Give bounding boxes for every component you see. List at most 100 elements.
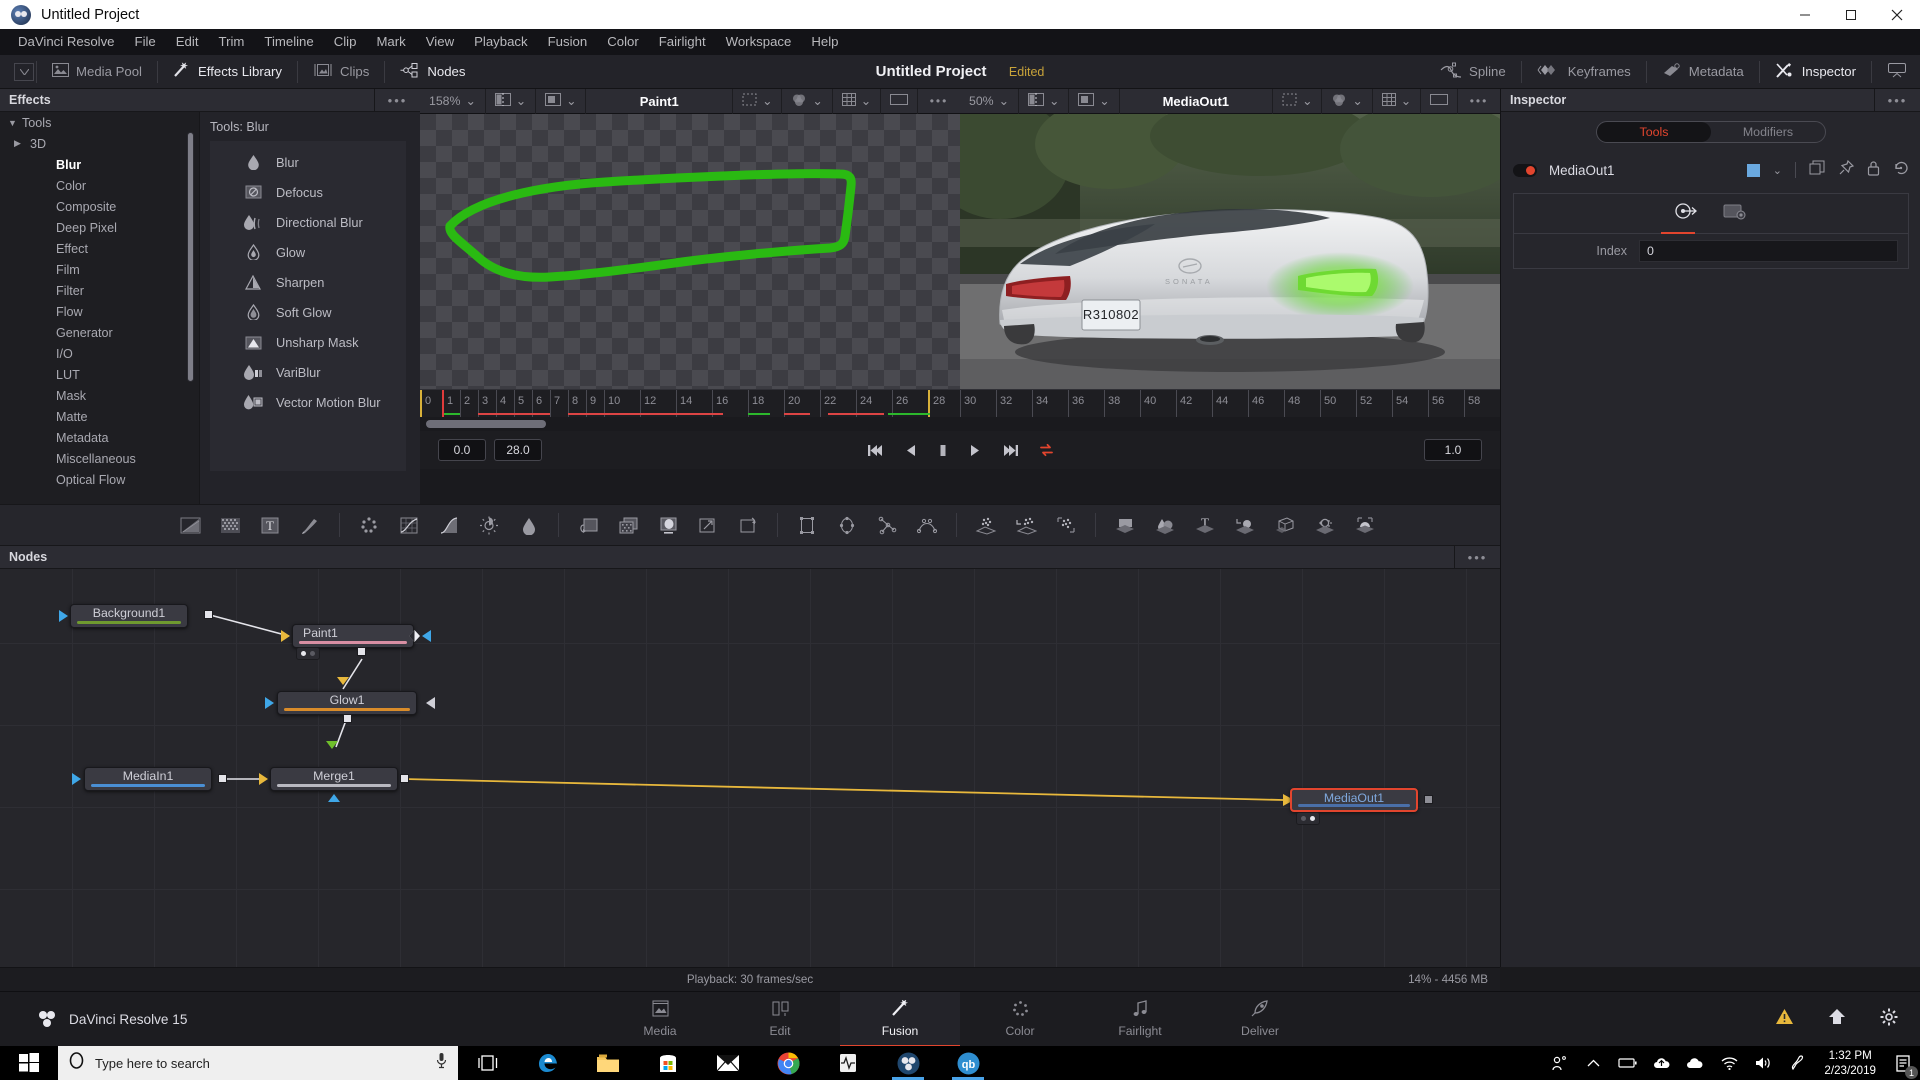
chrome-icon[interactable] [758, 1046, 818, 1080]
gear-icon[interactable] [1880, 1008, 1898, 1031]
menu-workspace[interactable]: Workspace [716, 29, 802, 55]
viewer-left-viewlayout-dropdown[interactable]: ⌄ [536, 88, 587, 114]
tab-modifiers[interactable]: Modifiers [1711, 122, 1825, 142]
menu-davinci-resolve[interactable]: DaVinci Resolve [8, 29, 125, 55]
volume-icon[interactable] [1746, 1046, 1780, 1080]
davinci-resolve-icon[interactable] [878, 1046, 938, 1080]
nodes-button[interactable]: Nodes [387, 55, 478, 89]
viewer-right-zoom-dropdown[interactable]: 50% ⌄ [960, 88, 1019, 114]
menu-clip[interactable]: Clip [324, 29, 367, 55]
resize-icon[interactable] [728, 504, 768, 546]
index-input[interactable]: 0 [1639, 240, 1898, 262]
mail-icon[interactable] [698, 1046, 758, 1080]
layout-toggle-button[interactable] [1874, 55, 1920, 89]
gradient-icon[interactable] [170, 504, 210, 546]
start-button[interactable] [0, 1046, 58, 1080]
taskbar-search-box[interactable]: Type here to search [58, 1046, 458, 1080]
output-icon[interactable] [1674, 201, 1700, 226]
qbittorrent-icon[interactable]: qb [938, 1046, 998, 1080]
people-icon[interactable] [1542, 1046, 1576, 1080]
tree-item-blur[interactable]: Blur [0, 154, 199, 175]
viewer-left-canvas[interactable] [420, 114, 960, 389]
viewer-right-fit-button[interactable] [1421, 88, 1458, 114]
tree-item-metadata[interactable]: Metadata [0, 427, 199, 448]
viewer-right-canvas[interactable]: R310802 SONATA [960, 114, 1500, 389]
lock-icon[interactable] [1867, 160, 1880, 181]
page-edit[interactable]: Edit [720, 992, 840, 1047]
panel-collapse-toggle[interactable] [14, 62, 34, 81]
node-color-swatch[interactable] [1746, 163, 1760, 177]
node-glow1-input-port[interactable] [265, 697, 274, 709]
renderer-3d-icon[interactable] [1345, 504, 1385, 546]
viewer-right-viewlayout-dropdown[interactable]: ⌄ [1069, 88, 1120, 114]
curve-grid-icon[interactable] [389, 504, 429, 546]
tree-item-composite[interactable]: Composite [0, 196, 199, 217]
chevron-down-icon[interactable]: ⌄ [1773, 164, 1782, 177]
home-icon[interactable] [1828, 1008, 1846, 1030]
node-glow1-right-port[interactable] [426, 697, 435, 709]
edge-icon[interactable] [518, 1046, 578, 1080]
viewer-horizontal-scrollbar[interactable] [426, 420, 546, 428]
menu-view[interactable]: View [416, 29, 464, 55]
tree-item-miscellaneous[interactable]: Miscellaneous [0, 448, 199, 469]
node-paint1-output-port[interactable] [357, 647, 366, 656]
loop-button[interactable] [1039, 443, 1054, 457]
microsoft-store-icon[interactable] [638, 1046, 698, 1080]
keyframes-button[interactable]: Keyframes [1524, 55, 1644, 89]
particle-spawn-icon[interactable] [1006, 504, 1046, 546]
tree-item-tools[interactable]: ▼ Tools [0, 112, 199, 133]
node-mediaout1-output-port[interactable] [1424, 795, 1433, 804]
node-mediain1-input-port[interactable] [72, 773, 81, 785]
tree-item-deep-pixel[interactable]: Deep Pixel [0, 217, 199, 238]
tree-item-film[interactable]: Film [0, 259, 199, 280]
node-mediaout1-view-dots[interactable] [1296, 812, 1320, 825]
maximize-button[interactable] [1828, 0, 1874, 29]
rectangle-mask-icon[interactable] [787, 504, 827, 546]
reset-icon[interactable] [1893, 160, 1909, 181]
network-icon[interactable] [1712, 1046, 1746, 1080]
effect-item-unsharp-mask[interactable]: Unsharp Mask [210, 327, 406, 357]
media-pool-button[interactable]: Media Pool [39, 55, 155, 89]
node-glow1[interactable]: Glow1 [277, 691, 417, 715]
onedrive-upload-icon[interactable] [1644, 1046, 1678, 1080]
skip-to-end-button[interactable] [1001, 444, 1019, 457]
stop-button[interactable] [937, 444, 949, 457]
viewer-left-grid-dropdown[interactable]: ⌄ [833, 88, 881, 114]
effects-library-button[interactable]: Effects Library [160, 55, 295, 89]
viewer-right-color-dropdown[interactable]: ⌄ [1322, 88, 1373, 114]
transform-icon[interactable] [688, 504, 728, 546]
effects-panel-options-button[interactable]: ••• [374, 88, 420, 112]
duplicate-icon[interactable] [1809, 160, 1826, 180]
minimize-button[interactable] [1782, 0, 1828, 29]
node-merge1[interactable]: Merge1 [270, 767, 398, 791]
node-merge1-input-port[interactable] [259, 773, 268, 785]
tree-item-3d[interactable]: ▶ 3D [0, 133, 199, 154]
page-deliver[interactable]: Deliver [1200, 992, 1320, 1047]
tree-item-lut[interactable]: LUT [0, 364, 199, 385]
effect-item-vector-motion-blur[interactable]: Vector Motion Blur [210, 387, 406, 417]
text-plus-icon[interactable]: T [250, 504, 290, 546]
task-view-icon[interactable] [458, 1046, 518, 1080]
node-mediain1-output-port[interactable] [218, 774, 227, 783]
curve-icon[interactable] [429, 504, 469, 546]
metadata-button[interactable]: Metadata [1649, 55, 1757, 89]
tree-item-matte[interactable]: Matte [0, 406, 199, 427]
tab-tools[interactable]: Tools [1597, 122, 1711, 142]
node-merge1-effect-mask-port[interactable] [328, 794, 340, 802]
clips-button[interactable]: Clips [300, 55, 382, 89]
matte-control-icon[interactable] [648, 504, 688, 546]
particle-render-icon[interactable] [1046, 504, 1086, 546]
tree-item-optical-flow[interactable]: Optical Flow [0, 469, 199, 490]
replicate-3d-icon[interactable] [1225, 504, 1265, 546]
viewer-left-split-dropdown[interactable]: ⌄ [486, 88, 537, 114]
pin-icon[interactable] [1839, 159, 1855, 180]
effects-tree-scrollbar[interactable] [187, 132, 194, 382]
brightness-icon[interactable] [469, 504, 509, 546]
page-color[interactable]: Color [960, 992, 1080, 1047]
tree-item-mask[interactable]: Mask [0, 385, 199, 406]
inspector-button[interactable]: Inspector [1762, 55, 1869, 89]
microphone-icon[interactable] [435, 1052, 448, 1074]
menu-color[interactable]: Color [597, 29, 649, 55]
tree-item-effect[interactable]: Effect [0, 238, 199, 259]
spline-button[interactable]: Spline [1427, 55, 1519, 89]
